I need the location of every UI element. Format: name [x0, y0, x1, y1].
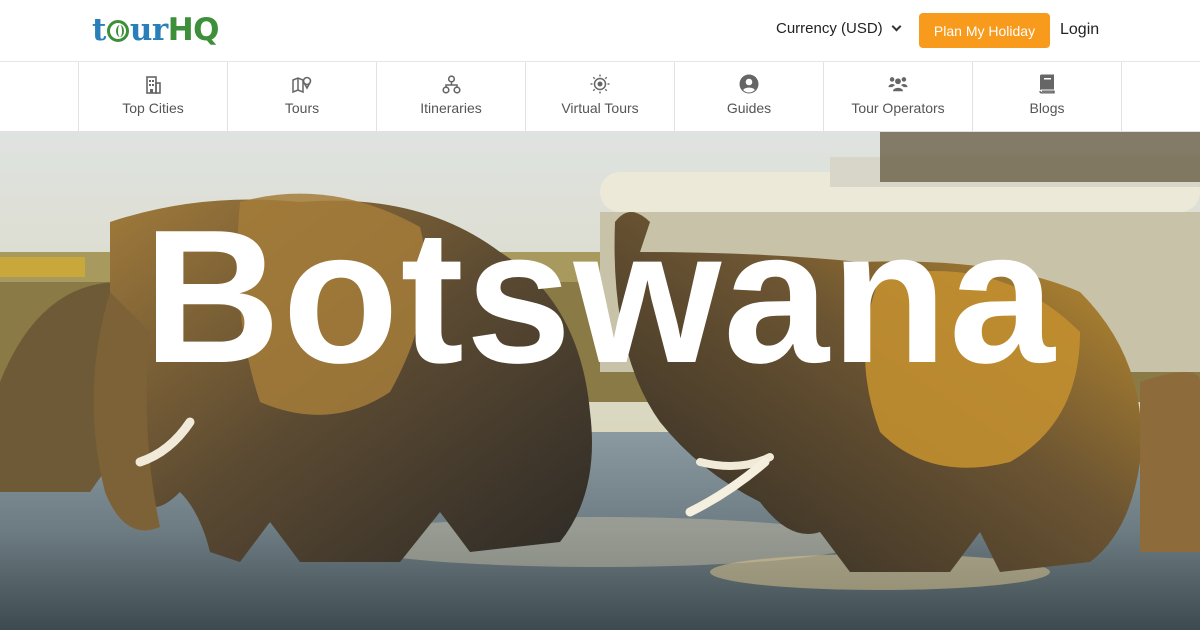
login-link[interactable]: Login: [1060, 21, 1099, 39]
nav-label: Blogs: [1029, 100, 1065, 116]
map-pin-icon: [292, 74, 312, 94]
globe-icon: [106, 20, 129, 42]
nav-item-virtual-tours[interactable]: Virtual Tours: [526, 62, 675, 132]
currency-label: Currency (USD): [776, 20, 883, 37]
nav-item-tours[interactable]: Tours: [228, 62, 377, 132]
logo[interactable]: t urHQ: [92, 10, 220, 50]
hero-title: Botswana: [143, 191, 1057, 403]
nav-label: Tours: [284, 100, 320, 116]
plan-my-holiday-button[interactable]: Plan My Holiday: [919, 13, 1050, 48]
hero-banner: Botswana: [0, 132, 1200, 630]
category-nav: Top Cities Tours Itineraries Virtual Tou…: [0, 62, 1200, 132]
logo-part-t: t: [92, 12, 106, 48]
network-icon: [441, 74, 461, 94]
nav-label: Virtual Tours: [561, 100, 639, 116]
nav-item-top-cities[interactable]: Top Cities: [79, 62, 228, 132]
chevron-down-icon: [891, 21, 902, 32]
logo-part-ur: ur: [129, 12, 168, 48]
user-circle-icon: [739, 74, 759, 94]
currency-selector[interactable]: Currency (USD): [776, 20, 902, 37]
target-icon: [590, 74, 610, 94]
logo-part-hq: HQ: [167, 12, 220, 48]
nav-item-tour-operators[interactable]: Tour Operators: [824, 62, 973, 132]
nav-label: Tour Operators: [851, 100, 945, 116]
book-icon: [1037, 74, 1057, 94]
nav-label: Itineraries: [420, 100, 482, 116]
nav-label: Top Cities: [122, 100, 184, 116]
logo-text: t urHQ: [92, 12, 220, 48]
site-header: t urHQ Currency (USD) Plan My Holiday Log…: [0, 0, 1200, 62]
nav-label: Guides: [726, 100, 772, 116]
nav-item-itineraries[interactable]: Itineraries: [377, 62, 526, 132]
users-icon: [888, 74, 908, 94]
nav-item-blogs[interactable]: Blogs: [973, 62, 1122, 132]
building-icon: [143, 74, 163, 94]
nav-item-guides[interactable]: Guides: [675, 62, 824, 132]
